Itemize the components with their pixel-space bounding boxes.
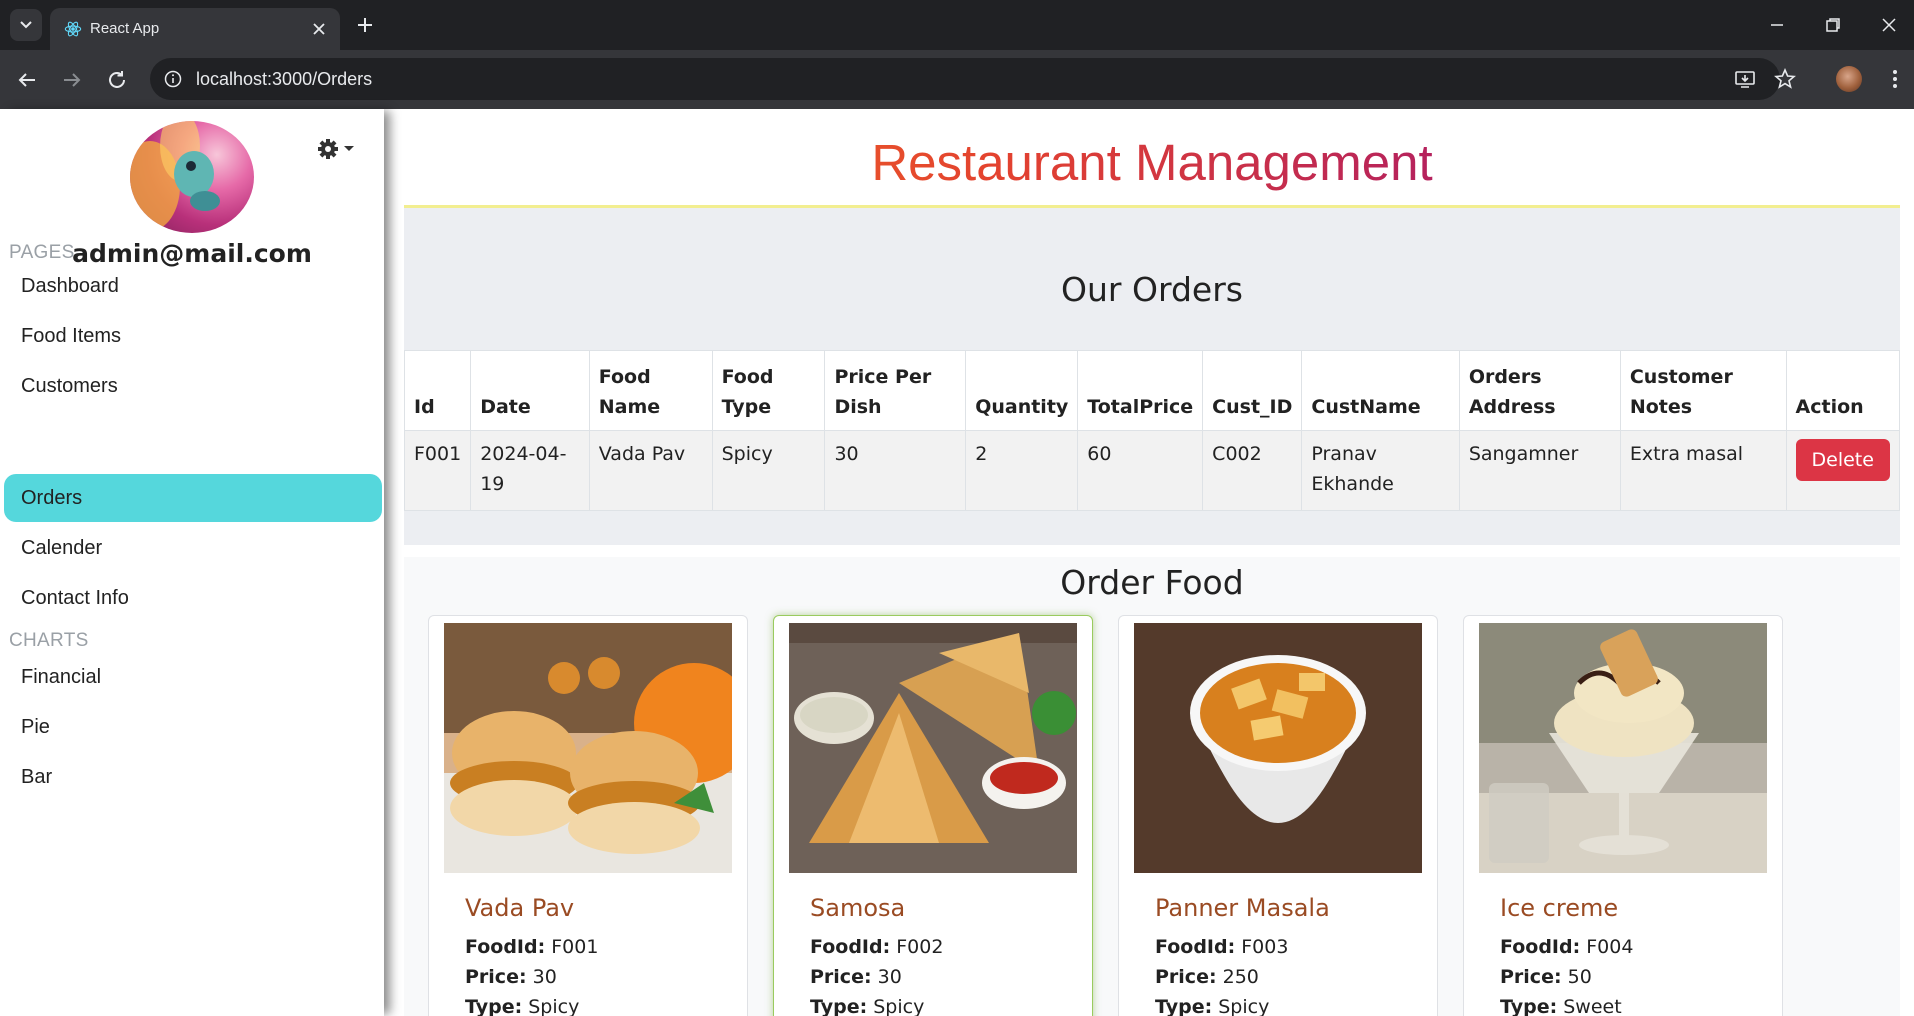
sidebar-item-financial[interactable]: Financial bbox=[4, 653, 382, 701]
sidebar-item-bar[interactable]: Bar bbox=[4, 753, 382, 801]
food-name: Ice creme bbox=[1500, 894, 1619, 922]
new-tab-icon[interactable] bbox=[354, 14, 376, 36]
forward-arrow-icon[interactable] bbox=[60, 68, 84, 92]
main-content: Restaurant Management Our Orders Id Date… bbox=[404, 109, 1900, 1016]
cell-total-price: 60 bbox=[1077, 430, 1204, 511]
column-header: Food Name bbox=[588, 350, 713, 431]
food-card[interactable]: Vada Pav FoodId: F001 Price: 30 Type: Sp… bbox=[428, 615, 748, 1016]
sidebar-item-pie[interactable]: Pie bbox=[4, 703, 382, 751]
cell-address: Sangamner bbox=[1458, 430, 1621, 511]
close-icon[interactable] bbox=[310, 20, 328, 38]
column-header: Orders Address bbox=[1458, 350, 1621, 431]
food-type-line: Type: Spicy bbox=[465, 996, 580, 1016]
section-label-pages: PAGES bbox=[9, 242, 75, 263]
food-type-line: Type: Spicy bbox=[810, 996, 925, 1016]
sidebar-item-contact-info[interactable]: Contact Info bbox=[4, 574, 382, 622]
sidebar-item-dashboard[interactable]: Dashboard bbox=[4, 262, 382, 310]
restore-icon[interactable] bbox=[1822, 14, 1844, 36]
order-food-heading: Order Food bbox=[1060, 563, 1244, 602]
section-label-charts: CHARTS bbox=[9, 630, 89, 651]
cell-food-name: Vada Pav bbox=[588, 430, 713, 511]
profile-avatar[interactable] bbox=[1836, 66, 1862, 92]
food-id-line: FoodId: F003 bbox=[1155, 936, 1289, 958]
browser-tab[interactable]: React App bbox=[50, 8, 340, 50]
cell-id: F001 bbox=[404, 430, 472, 511]
food-name: Panner Masala bbox=[1155, 894, 1330, 922]
cell-quantity: 2 bbox=[965, 430, 1079, 511]
table-row: F001 2024-04-19 Vada Pav Spicy 30 2 60 C… bbox=[404, 430, 1900, 511]
column-header: Food Type bbox=[711, 350, 826, 431]
sidebar-item-orders[interactable]: Orders bbox=[4, 474, 382, 522]
cell-date: 2024-04-19 bbox=[470, 430, 590, 511]
food-card[interactable]: Panner Masala FoodId: F003 Price: 250 Ty… bbox=[1118, 615, 1438, 1016]
column-header: Date bbox=[470, 350, 590, 431]
column-header: Id bbox=[404, 350, 472, 431]
food-card[interactable]: Samosa FoodId: F002 Price: 30 Type: Spic… bbox=[773, 615, 1093, 1016]
food-price-line: Price: 250 bbox=[1155, 966, 1259, 988]
tab-title: React App bbox=[90, 20, 160, 37]
more-menu-icon[interactable] bbox=[1884, 68, 1906, 90]
food-price-line: Price: 30 bbox=[465, 966, 557, 988]
column-header: TotalPrice bbox=[1077, 350, 1204, 431]
cell-food-type: Spicy bbox=[711, 430, 826, 511]
sidebar-item-customers[interactable]: Customers bbox=[4, 362, 382, 410]
column-header: Action bbox=[1785, 350, 1900, 431]
column-header: Customer Notes bbox=[1619, 350, 1787, 431]
sidebar-item-calender[interactable]: Calender bbox=[4, 524, 382, 572]
food-name: Samosa bbox=[810, 894, 906, 922]
tab-search-button[interactable] bbox=[10, 9, 42, 41]
food-image bbox=[1134, 623, 1422, 873]
orders-heading: Our Orders bbox=[1061, 270, 1243, 309]
food-price-line: Price: 50 bbox=[1500, 966, 1592, 988]
back-arrow-icon[interactable] bbox=[15, 68, 39, 92]
column-header: Cust_ID bbox=[1202, 350, 1303, 431]
food-type-line: Type: Sweet bbox=[1500, 996, 1622, 1016]
sidebar: admin@mail.com PAGES Dashboard Food Item… bbox=[0, 109, 384, 1016]
food-name: Vada Pav bbox=[465, 894, 575, 922]
address-bar[interactable]: localhost:3000/Orders bbox=[150, 58, 1780, 100]
food-image bbox=[444, 623, 732, 873]
settings-dropdown-icon[interactable] bbox=[316, 137, 360, 161]
food-price-line: Price: 30 bbox=[810, 966, 902, 988]
food-id-line: FoodId: F001 bbox=[465, 936, 599, 958]
food-card[interactable]: Ice creme FoodId: F004 Price: 50 Type: S… bbox=[1463, 615, 1783, 1016]
cell-cust-id: C002 bbox=[1202, 430, 1303, 511]
cell-action: Delete bbox=[1785, 430, 1900, 511]
food-image bbox=[1479, 623, 1767, 873]
reload-icon[interactable] bbox=[105, 68, 129, 92]
react-icon bbox=[64, 21, 82, 37]
browser-tab-bar: React App bbox=[0, 0, 1914, 50]
install-app-icon[interactable] bbox=[1734, 68, 1756, 90]
user-avatar bbox=[130, 121, 254, 233]
food-id-line: FoodId: F004 bbox=[1500, 936, 1634, 958]
app-title: Restaurant Management bbox=[404, 133, 1900, 192]
orders-table: Id Date Food Name Food Type Price Per Di… bbox=[404, 350, 1900, 511]
chevron-down-icon bbox=[20, 21, 32, 29]
window-close-icon[interactable] bbox=[1878, 14, 1900, 36]
cell-cust-name: Pranav Ekhande bbox=[1301, 430, 1460, 511]
delete-button[interactable]: Delete bbox=[1795, 439, 1890, 481]
cell-price-per-dish: 30 bbox=[824, 430, 967, 511]
browser-toolbar: localhost:3000/Orders bbox=[0, 50, 1914, 109]
cell-notes: Extra masal bbox=[1619, 430, 1787, 511]
column-header: Quantity bbox=[965, 350, 1079, 431]
column-header: Price Per Dish bbox=[824, 350, 967, 431]
site-info-icon[interactable] bbox=[164, 70, 182, 88]
food-image bbox=[789, 623, 1077, 873]
table-header-row: Id Date Food Name Food Type Price Per Di… bbox=[404, 350, 1900, 431]
food-id-line: FoodId: F002 bbox=[810, 936, 944, 958]
food-type-line: Type: Spicy bbox=[1155, 996, 1270, 1016]
order-food-section: Order Food Vada Pav FoodId: F001 Price: … bbox=[404, 557, 1900, 1016]
bookmark-star-icon[interactable] bbox=[1774, 68, 1796, 90]
url-text: localhost:3000/Orders bbox=[196, 69, 373, 89]
minimize-icon[interactable] bbox=[1766, 14, 1788, 36]
column-header: CustName bbox=[1301, 350, 1460, 431]
sidebar-item-food-items[interactable]: Food Items bbox=[4, 312, 382, 360]
